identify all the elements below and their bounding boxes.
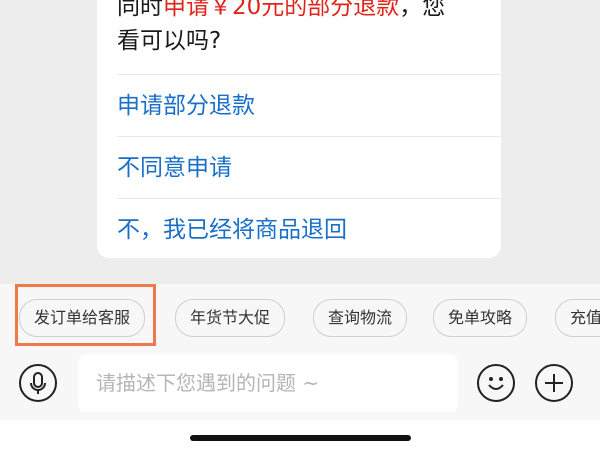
input-bar — [0, 350, 600, 420]
microphone-icon[interactable] — [19, 364, 57, 402]
plus-icon[interactable] — [535, 364, 573, 402]
message-line2: 看可以吗? — [117, 28, 222, 54]
question-input[interactable] — [78, 354, 458, 412]
option-disagree[interactable]: 不同意申请 — [117, 137, 501, 199]
chip-track-logistics[interactable]: 查询物流 — [313, 299, 408, 337]
chip-free-order-guide[interactable]: 免单攻略 — [433, 299, 528, 337]
quick-chips-bar: 发订单给客服 年货节大促 查询物流 免单攻略 充值 — [0, 284, 600, 350]
chip-recharge[interactable]: 充值 — [555, 299, 600, 337]
home-indicator[interactable] — [190, 435, 411, 441]
chip-send-order[interactable]: 发订单给客服 — [19, 299, 146, 337]
message-line1-suffix: ，您 — [399, 0, 446, 20]
smiley-icon[interactable] — [477, 364, 515, 402]
message-line1-prefix: 同时 — [117, 0, 163, 20]
option-already-returned[interactable]: 不，我已经将商品退回 — [117, 199, 501, 258]
message-card: 同时申请￥20元的部分退款，您 看可以吗? 申请部分退款 不同意申请 不，我已经… — [97, 0, 501, 258]
message-text: 同时申请￥20元的部分退款，您 看可以吗? — [117, 0, 487, 58]
chat-screen: 同时申请￥20元的部分退款，您 看可以吗? 申请部分退款 不同意申请 不，我已经… — [0, 0, 600, 450]
option-apply-partial-refund[interactable]: 申请部分退款 — [117, 75, 501, 137]
chip-new-year-promo[interactable]: 年货节大促 — [175, 299, 286, 337]
refund-amount-highlight: 申请￥20元的部分退款 — [163, 0, 400, 20]
